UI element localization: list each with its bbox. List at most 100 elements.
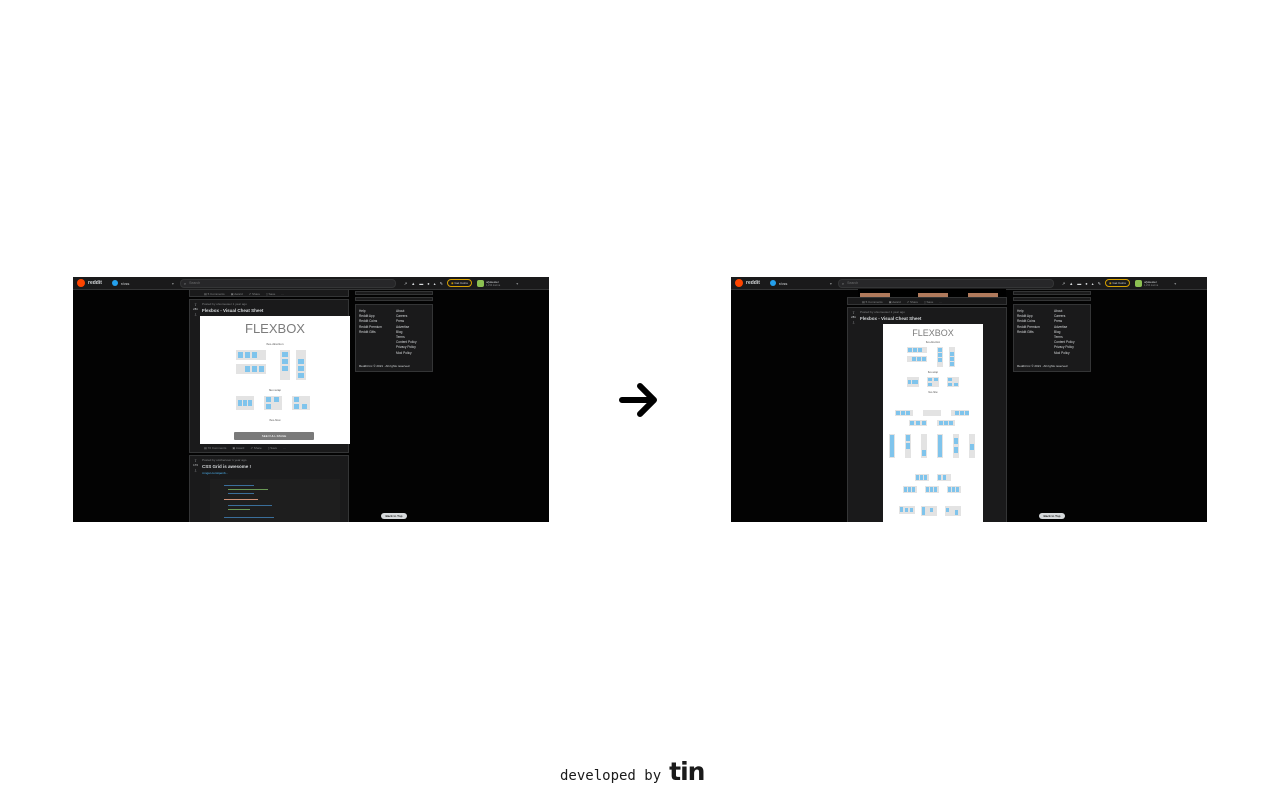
footer-link[interactable]: Advertise	[1054, 325, 1075, 329]
flex-item	[238, 352, 243, 358]
flex-item	[890, 435, 894, 457]
back-to-top-button[interactable]: Back to Top	[381, 513, 407, 519]
create-post-icon[interactable]: ✎	[1098, 281, 1101, 286]
footer-link[interactable]: Careers	[1054, 314, 1075, 318]
comments-button[interactable]: ▤ 70 Comments	[204, 446, 226, 450]
flex-container-align	[889, 434, 895, 458]
sidebar-footer: Help Reddit App Reddit Coins Reddit Prem…	[355, 304, 433, 372]
trending-icon[interactable]: ↗	[1062, 281, 1065, 286]
save-button[interactable]: ▯ Save	[268, 446, 277, 450]
flex-item	[955, 411, 959, 415]
developer-credit: developed by tin	[560, 757, 705, 786]
footer-link[interactable]: Blog	[396, 330, 417, 334]
comments-button[interactable]: ▤ 5 Comments	[862, 300, 883, 304]
footer-link[interactable]: Help	[359, 309, 382, 313]
flex-item	[930, 508, 933, 512]
reddit-logo[interactable]: reddit	[735, 279, 760, 287]
see-full-image-button[interactable]: SEE FULL IMAGE	[234, 432, 314, 440]
footer-link[interactable]: About	[1054, 309, 1075, 313]
share-button[interactable]: ⇗ Share	[249, 292, 260, 296]
stats-icon[interactable]: ▲	[411, 281, 415, 286]
chat-icon[interactable]: ●	[1085, 281, 1087, 286]
flex-item	[282, 366, 288, 371]
get-coins-button[interactable]: ◉ Get Coins	[1105, 279, 1130, 287]
award-button[interactable]: ▣ Award	[889, 300, 901, 304]
downvote-icon[interactable]: ⇩	[194, 312, 197, 317]
cheat-sheet-image[interactable]: FLEXBOX flex-direction flex-wrap flex-fl…	[200, 316, 350, 444]
reddit-logo[interactable]: reddit	[77, 279, 102, 287]
flex-item	[939, 421, 943, 425]
footer-link[interactable]: Reddit Gifts	[1017, 330, 1040, 334]
footer-links-col-1: Help Reddit App Reddit Coins Reddit Prem…	[1017, 309, 1040, 334]
downvote-icon[interactable]: ⇩	[852, 320, 855, 325]
save-button[interactable]: ▯ Save	[924, 300, 933, 304]
more-options-button[interactable]: ...	[281, 292, 284, 296]
share-button[interactable]: ⇗ Share	[907, 300, 918, 304]
flex-item	[934, 487, 937, 492]
search-input[interactable]: ⌕ Search	[179, 278, 396, 288]
award-button[interactable]: ▣ Award	[232, 446, 244, 450]
footer-link[interactable]: Reddit Gifts	[359, 330, 382, 334]
notification-icon[interactable]: ▴	[434, 281, 436, 286]
more-options-button[interactable]: ...	[283, 446, 286, 450]
back-to-top-button[interactable]: Back to Top	[1039, 513, 1065, 519]
footer-link[interactable]: About	[396, 309, 417, 313]
footer-link[interactable]: Privacy Policy	[1054, 345, 1075, 349]
footer-link[interactable]: Reddit App	[359, 314, 382, 318]
footer-link[interactable]: Advertise	[396, 325, 417, 329]
award-button[interactable]: ▣ Award	[231, 292, 243, 296]
more-options-button[interactable]: ...	[939, 300, 942, 304]
downvote-icon[interactable]: ⇩	[194, 468, 197, 473]
post-title[interactable]: CSS Grid is awesome !	[202, 464, 251, 469]
post-card-flexbox[interactable]: ⇧ 281 ⇩ Posted by u/someuser 1 year ago …	[189, 299, 350, 453]
footer-link[interactable]: Content Policy	[396, 340, 417, 344]
comments-button[interactable]: ▤ 5 Comments	[204, 292, 225, 296]
footer-link[interactable]: Terms	[1054, 335, 1075, 339]
trending-icon[interactable]: ↗	[404, 281, 407, 286]
sidebar-card	[1013, 297, 1091, 301]
footer-link[interactable]: Press	[396, 319, 417, 323]
user-menu[interactable]: u/jokester 1,234 karma ▾	[1134, 279, 1176, 287]
footer-link[interactable]: Reddit App	[1017, 314, 1040, 318]
post-link[interactable]: i.imgur.com/qemb...	[202, 471, 228, 475]
save-button[interactable]: ▯ Save	[266, 292, 275, 296]
footer-link[interactable]: Blog	[1054, 330, 1075, 334]
footer-link[interactable]: Reddit Premium	[1017, 325, 1040, 329]
footer-link[interactable]: Mod Policy	[1054, 351, 1075, 355]
post-title[interactable]: Flexbox - Visual Cheat Sheet	[860, 316, 921, 321]
footer-link[interactable]: Reddit Coins	[1017, 319, 1040, 323]
create-post-icon[interactable]: ✎	[440, 281, 443, 286]
share-button[interactable]: ⇗ Share	[250, 446, 261, 450]
code-screenshot-image[interactable]	[210, 479, 340, 522]
footer-link[interactable]: Reddit Coins	[359, 319, 382, 323]
subreddit-selector[interactable]: r/css ▾	[769, 280, 832, 286]
award-label: Award	[235, 446, 245, 450]
search-input[interactable]: ⌕ Search	[837, 278, 1054, 288]
cheat-sheet-image-full[interactable]: FLEXBOX flex-direction flex-wrap flex-fl…	[883, 324, 983, 522]
video-icon[interactable]: ▬	[419, 281, 423, 286]
footer-link[interactable]: Help	[1017, 309, 1040, 313]
video-icon[interactable]: ▬	[1077, 281, 1081, 286]
post-card-grid[interactable]: ⇧ 173 ⇩ Posted by u/otheruser 1 year ago…	[189, 455, 349, 522]
stats-icon[interactable]: ▲	[1069, 281, 1073, 286]
subreddit-selector[interactable]: r/css ▾	[111, 280, 174, 286]
post-title[interactable]: Flexbox - Visual Cheat Sheet	[202, 308, 263, 313]
chat-icon[interactable]: ●	[427, 281, 429, 286]
footer-link[interactable]: Mod Policy	[396, 351, 417, 355]
karma-count: 1,234 karma	[485, 283, 501, 287]
post-actions: ▤ 5 Comments ▣ Award ⇗ Share ▯ Save ...	[862, 300, 942, 304]
footer-link[interactable]: Careers	[396, 314, 417, 318]
footer-link[interactable]: Content Policy	[1054, 340, 1075, 344]
footer-link[interactable]: Privacy Policy	[396, 345, 417, 349]
get-coins-button[interactable]: ◉ Get Coins	[447, 279, 472, 287]
flex-container-space-between	[909, 420, 927, 426]
user-menu[interactable]: u/jokester 1,234 karma ▾	[476, 279, 518, 287]
footer-link[interactable]: Reddit Premium	[359, 325, 382, 329]
footer-link[interactable]: Press	[1054, 319, 1075, 323]
post-card-flexbox-expanded[interactable]: ⇧ 281 ⇩ Posted by u/someuser 1 year ago …	[847, 307, 1007, 522]
flex-item	[918, 348, 922, 352]
previous-post-image[interactable]	[858, 289, 1006, 297]
reddit-alien-icon	[735, 279, 743, 287]
footer-link[interactable]: Terms	[396, 335, 417, 339]
notification-icon[interactable]: ▴	[1092, 281, 1094, 286]
